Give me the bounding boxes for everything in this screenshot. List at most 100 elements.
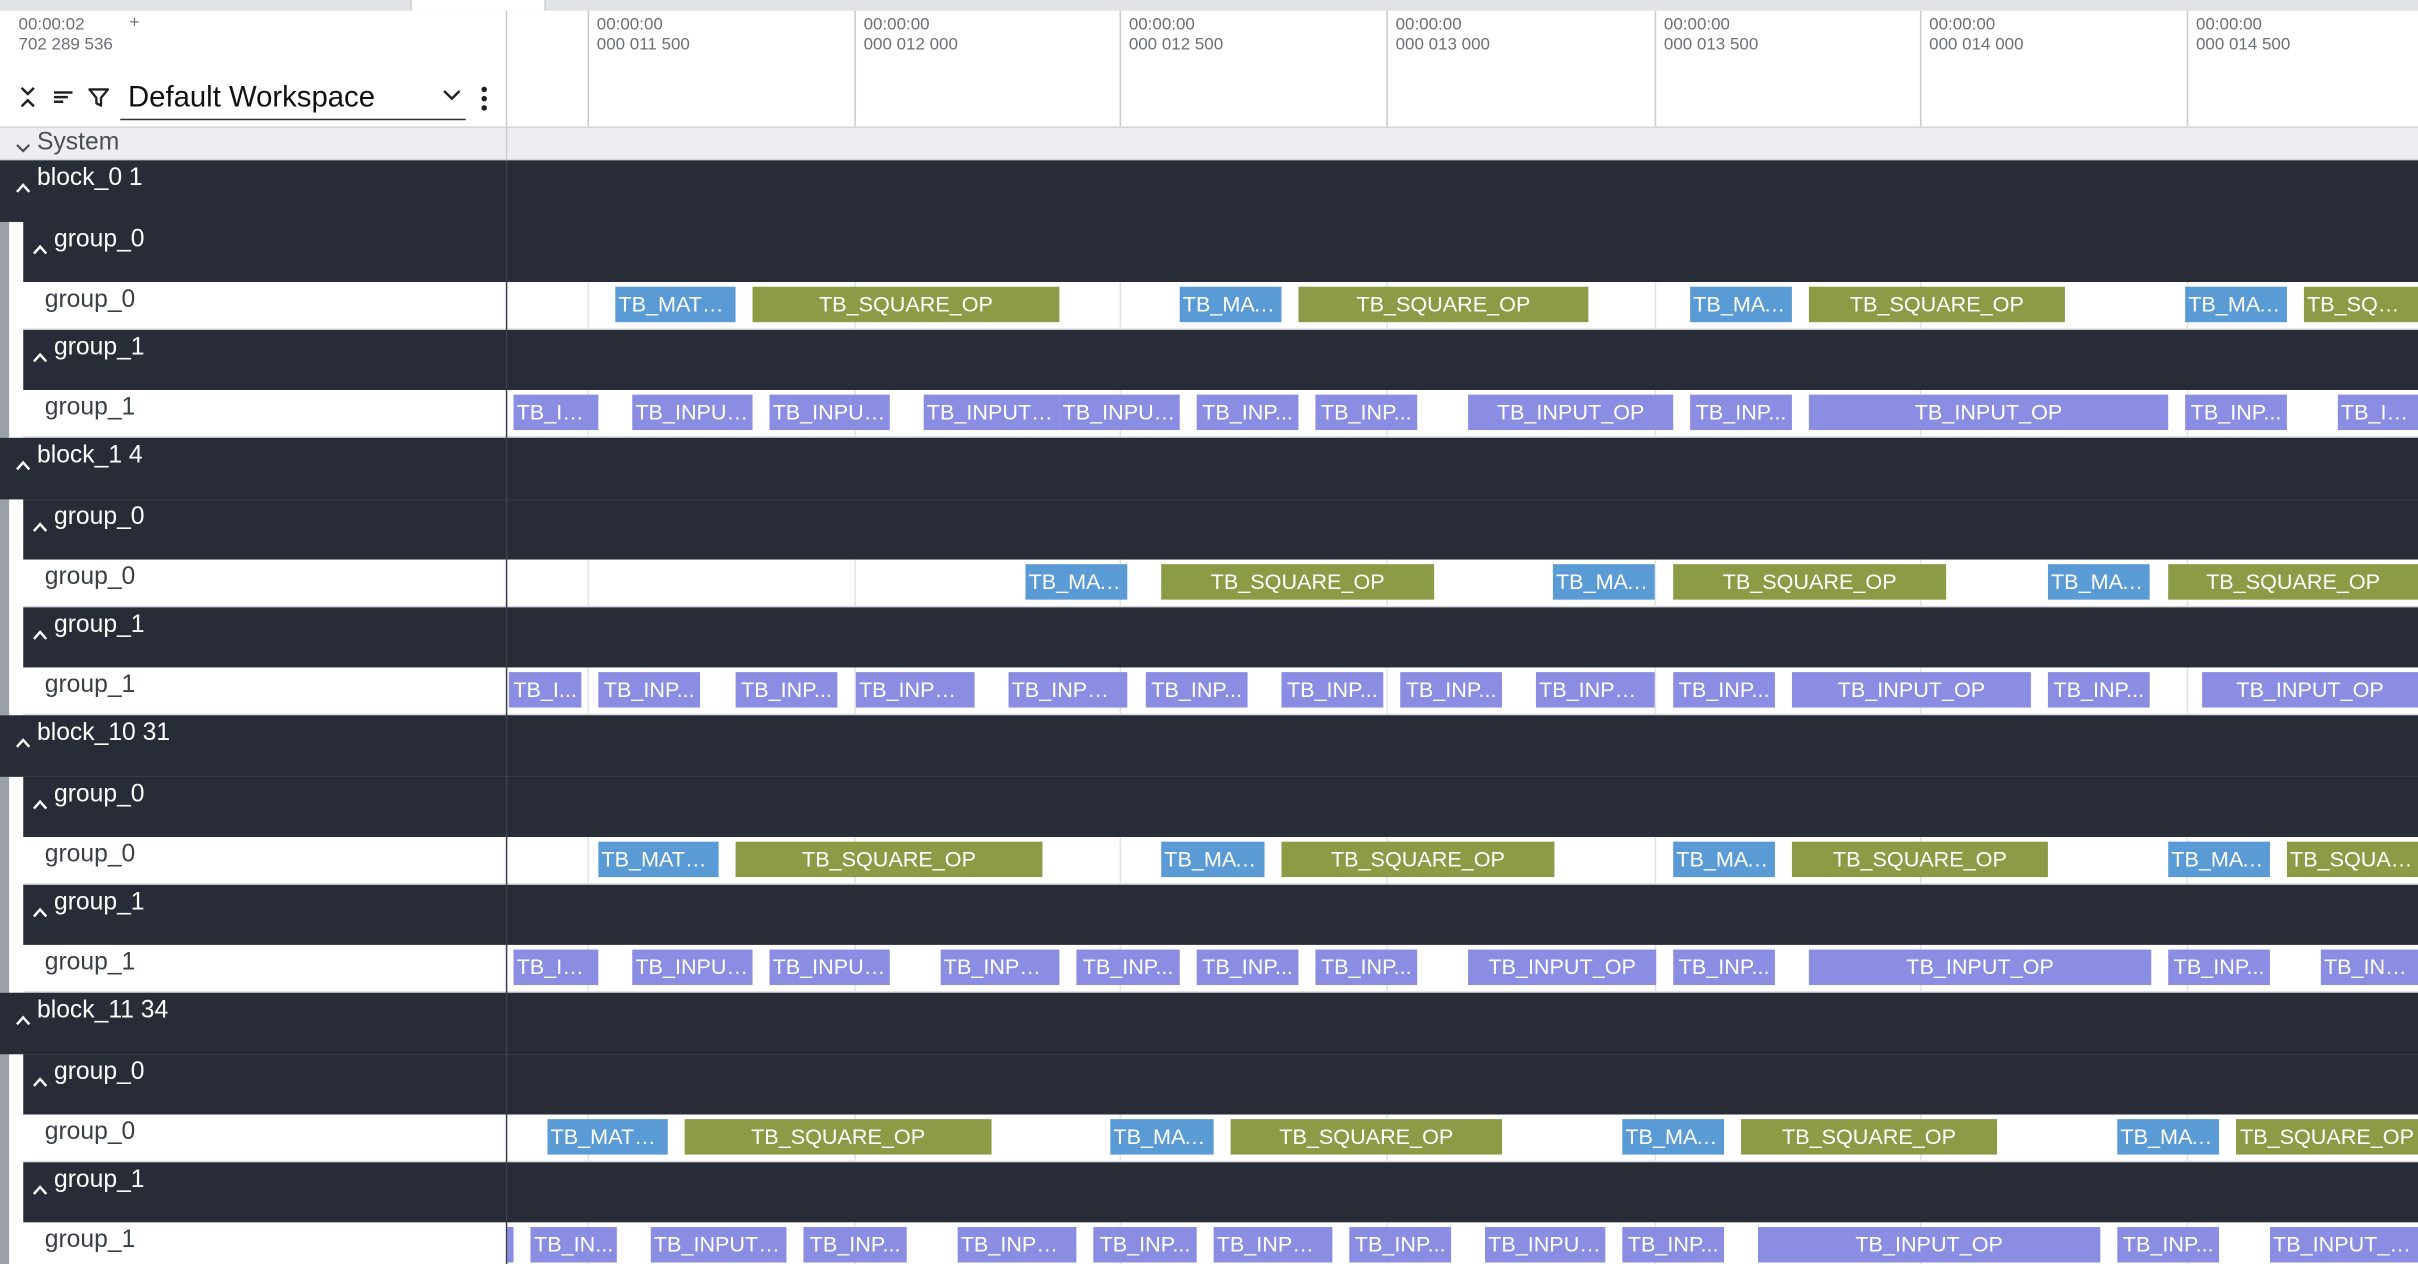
- slice-input[interactable]: TB_INP...: [1196, 394, 1299, 431]
- slice-square[interactable]: TB_SQUARE_OP: [752, 286, 1060, 323]
- block-header[interactable]: block_1 4: [0, 437, 2418, 500]
- track-label-cell[interactable]: group_1: [23, 667, 506, 716]
- group-header[interactable]: group_0: [23, 499, 2418, 560]
- slice-square[interactable]: TB_SQUARE_OP: [1741, 1119, 1998, 1155]
- slice-square[interactable]: TB_SQUARE_OP: [1161, 564, 1435, 600]
- sort-lines-icon[interactable]: [51, 85, 76, 110]
- slice-input[interactable]: TB_INPUT...: [957, 1227, 1077, 1263]
- slice-square[interactable]: TB_SQUARE_OP: [1298, 286, 1589, 323]
- slice-square[interactable]: TB_SQUARE_OP: [2168, 564, 2418, 600]
- slice-input[interactable]: TB_INP...: [2168, 949, 2270, 986]
- slice-input[interactable]: TB_INP...: [1673, 672, 1775, 708]
- slice-input[interactable]: TB_INP...: [1315, 949, 1418, 986]
- slice-input[interactable]: TB_INPUT...: [1008, 672, 1128, 708]
- slice-input[interactable]: TB_INP...: [1093, 1227, 1197, 1263]
- slice-input[interactable]: TB_INP...: [1690, 394, 1792, 431]
- slice-input[interactable]: TB_INPU...: [2320, 949, 2418, 986]
- track-lane[interactable]: TB_IN... TB_INPUT... TB_INPUT... TB_INPUT_.…: [507, 389, 2418, 438]
- slice-matmul[interactable]: TB_MATMU...: [615, 286, 736, 323]
- track-lane[interactable]: TB_IN... TB_INPUT_... TB_INP... TB_INPUT...…: [507, 1222, 2418, 1264]
- slice-input[interactable]: TB_INPUT_OP: [1808, 949, 2152, 986]
- slice-input[interactable]: TB_INPUT_OP: [1468, 394, 1674, 431]
- slice-input[interactable]: TB_INP...: [598, 672, 701, 708]
- slice-input[interactable]: TB_IN...: [530, 1227, 617, 1263]
- group-header[interactable]: group_0: [23, 221, 2418, 283]
- slice-matmul[interactable]: TB_MAT...: [1690, 286, 1792, 323]
- group-header[interactable]: group_1: [23, 607, 2418, 668]
- slice-matmul[interactable]: TB_MAT...: [1673, 841, 1775, 878]
- track-lane[interactable]: TB_MAT... TB_SQUARE_OP TB_MAT... TB_SQUARE_…: [507, 559, 2418, 608]
- slice-matmul[interactable]: TB_MAT...: [2168, 841, 2270, 878]
- group-header[interactable]: group_0: [23, 776, 2418, 838]
- slice-input[interactable]: TB_INP...: [803, 1227, 907, 1263]
- slice-input[interactable]: TB_INPUT...: [769, 949, 890, 986]
- slice-matmul[interactable]: TB_MATMU...: [598, 841, 719, 878]
- slice-square[interactable]: TB_SQUARE_...: [2286, 841, 2418, 878]
- slice-input[interactable]: TB_INP...: [1622, 1227, 1725, 1263]
- slice-square[interactable]: TB_SQUARE_OP: [1808, 286, 2065, 323]
- slice-square[interactable]: TB_SQUARE_OP: [1673, 564, 1947, 600]
- slice-matmul[interactable]: TB_MATMU...: [547, 1119, 668, 1155]
- slice-input[interactable]: TB_INPUT...: [769, 394, 890, 431]
- track-label-cell[interactable]: group_0: [23, 282, 506, 330]
- slice-input[interactable]: TB_INP...: [735, 672, 838, 708]
- track-label-cell[interactable]: group_1: [23, 389, 506, 438]
- slice-input[interactable]: TB_I...: [508, 672, 582, 708]
- slice-input[interactable]: TB_IN...: [513, 394, 599, 431]
- slice-input[interactable]: TB_INP...: [1673, 949, 1775, 986]
- slice-input[interactable]: TB_INPUT...: [1535, 672, 1655, 708]
- slice-input[interactable]: TB_INP...: [1076, 949, 1180, 986]
- slice-input[interactable]: TB_INPUT_OP: [1791, 672, 2031, 708]
- slice-input[interactable]: TB_INPUT_OP: [1757, 1227, 2101, 1263]
- slice-matmul[interactable]: TB_MAT...: [2185, 286, 2287, 323]
- slice-square[interactable]: TB_SQUARE_OP: [2236, 1119, 2418, 1155]
- group-header[interactable]: group_1: [23, 884, 2418, 945]
- slice-input[interactable]: TB_INPUT_OP: [1468, 949, 1657, 986]
- track-lane[interactable]: TB_I... TB_INP... TB_INP... TB_INPUT... TB_I…: [507, 667, 2418, 716]
- slice-input[interactable]: TB_INP...: [1281, 672, 1384, 708]
- slice-input[interactable]: TB_INPUT...: [632, 394, 753, 431]
- system-track-header[interactable]: System: [0, 126, 2418, 161]
- time-ruler[interactable]: 00:00:00 000 011 500 00:00:00 000 012 000 00…: [507, 10, 2418, 127]
- track-label-cell[interactable]: group_0: [23, 559, 506, 608]
- track-lane[interactable]: TB_MATMU... TB_SQUARE_OP TB_MAT... TB_SQUAR…: [507, 282, 2418, 330]
- slice-input[interactable]: TB_INPUT...: [1213, 1227, 1333, 1263]
- slice-input[interactable]: TB_INP...: [2117, 1227, 2220, 1263]
- slice-input[interactable]: TB_INP...: [1349, 1227, 1452, 1263]
- slice-input[interactable]: TB_INP...: [1196, 949, 1299, 986]
- slice-square[interactable]: TB_SQUARE_OP: [1230, 1119, 1503, 1155]
- workspace-select[interactable]: Default Workspace: [120, 76, 466, 121]
- more-vert-icon[interactable]: [473, 83, 495, 114]
- group-header[interactable]: group_0: [23, 1054, 2418, 1115]
- track-lane[interactable]: TB_IN... TB_INPUT... TB_INPUT... TB_INPUT..…: [507, 944, 2418, 993]
- track-lane[interactable]: TB_MATMU... TB_SQUARE_OP TB_MAT... TB_SQUAR…: [507, 837, 2418, 885]
- slice-matmul[interactable]: TB_MAT...: [2047, 564, 2150, 600]
- track-label-cell[interactable]: group_1: [23, 1222, 506, 1264]
- slice-square[interactable]: TB_SQUARE_OP: [735, 841, 1043, 878]
- slice-input[interactable]: TB_INP...: [1315, 394, 1418, 431]
- slice-input[interactable]: TB_INPUT_OP: [2202, 672, 2418, 708]
- track-label-cell[interactable]: group_1: [23, 944, 506, 993]
- slice-matmul[interactable]: TB_MAT...: [1025, 564, 1128, 600]
- slice-input[interactable]: TB_INPUT_OP: [2269, 1227, 2418, 1263]
- collapse-all-icon[interactable]: [15, 85, 40, 110]
- slice-input[interactable]: TB_INPUT_...: [923, 394, 1060, 431]
- slice-input[interactable]: TB_INPUT...: [632, 949, 753, 986]
- slice-input[interactable]: TB_INPUT...: [1485, 1227, 1606, 1263]
- track-lane[interactable]: TB_MATMU... TB_SQUARE_OP TB_MAT... TB_SQUAR…: [507, 1114, 2418, 1163]
- slice-input[interactable]: TB_INP...: [2047, 672, 2150, 708]
- slice-matmul[interactable]: TB_MAT...: [1161, 841, 1265, 878]
- filter-icon[interactable]: [86, 85, 111, 110]
- slice-input[interactable]: TB_IN...: [513, 949, 599, 986]
- slice-matmul[interactable]: TB_MAT...: [2117, 1119, 2220, 1155]
- track-label-cell[interactable]: group_0: [23, 1114, 506, 1163]
- track-label-cell[interactable]: group_0: [23, 837, 506, 885]
- slice-input[interactable]: TB_INPUT_...: [650, 1227, 787, 1263]
- slice-input[interactable]: TB_INPUT...: [1059, 394, 1180, 431]
- slice-input[interactable]: TB_INP...: [1400, 672, 1503, 708]
- slice-square[interactable]: TB_SQUARE_OP: [684, 1119, 992, 1155]
- block-header[interactable]: block_10 31: [0, 715, 2418, 777]
- group-header[interactable]: group_1: [23, 329, 2418, 390]
- slice-matmul[interactable]: TB_MAT...: [1552, 564, 1655, 600]
- slice-input[interactable]: TB_INP...: [1145, 672, 1248, 708]
